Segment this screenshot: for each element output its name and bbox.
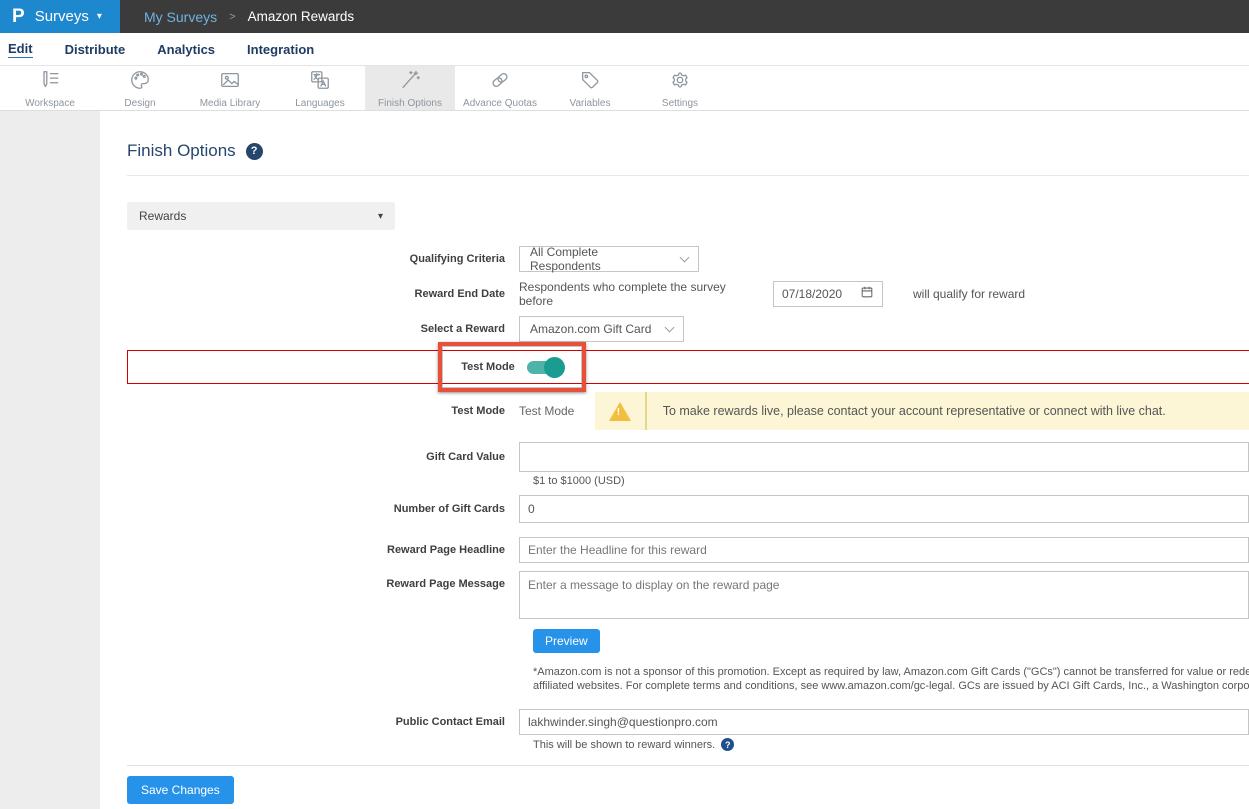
tab-distribute[interactable]: Distribute <box>65 42 126 57</box>
toolbar-item-finish-options[interactable]: Finish Options <box>365 66 455 110</box>
left-rail <box>0 111 100 809</box>
number-of-gift-cards-input[interactable] <box>519 495 1249 523</box>
divider <box>127 765 1249 766</box>
gift-card-value-input[interactable] <box>519 442 1249 472</box>
toolbar-item-workspace[interactable]: Workspace <box>5 66 95 110</box>
test-mode-warning: ! To make rewards live, please contact y… <box>595 392 1249 430</box>
warning-icon-cell: ! <box>595 392 647 430</box>
test-mode-status-value: Test Mode <box>519 404 595 418</box>
tab-edit[interactable]: Edit <box>8 41 33 58</box>
qualifying-criteria-select[interactable]: All Complete Respondents <box>519 246 699 272</box>
test-mode-toggle[interactable] <box>527 361 563 374</box>
number-of-gift-cards-label: Number of Gift Cards <box>127 503 519 515</box>
public-contact-email-input[interactable] <box>519 709 1249 735</box>
toolbar-item-variables[interactable]: Variables <box>545 66 635 110</box>
amazon-disclaimer: *Amazon.com is not a sponsor of this pro… <box>533 665 1249 693</box>
image-icon <box>219 69 241 96</box>
toolbar-item-label: Design <box>124 98 155 109</box>
edit-toolbar: Workspace Design Media Library Languages… <box>0 66 1249 111</box>
chain-links-icon <box>489 69 511 96</box>
toolbar-item-label: Variables <box>570 98 611 109</box>
top-bar: P Surveys ▾ My Surveys > Amazon Rewards <box>0 0 1249 33</box>
gift-card-value-helper: $1 to $1000 (USD) <box>533 475 1249 487</box>
disclaimer-line-1: *Amazon.com is not a sponsor of this pro… <box>533 665 1249 679</box>
palette-icon <box>129 69 151 96</box>
product-name: Surveys <box>35 8 89 25</box>
reward-end-date-label: Reward End Date <box>127 288 519 300</box>
toggle-knob <box>544 357 565 378</box>
toolbar-item-advance-quotas[interactable]: Advance Quotas <box>455 66 545 110</box>
gear-icon <box>669 69 691 96</box>
qualifying-criteria-value: All Complete Respondents <box>530 245 667 273</box>
toolbar-item-label: Finish Options <box>378 98 442 109</box>
chevron-down-icon: ▾ <box>97 11 102 22</box>
toolbar-item-label: Media Library <box>200 98 261 109</box>
reward-end-date-suffix: will qualify for reward <box>913 287 1025 301</box>
toolbar-item-design[interactable]: Design <box>95 66 185 110</box>
test-mode-toggle-label: Test Mode <box>461 361 515 373</box>
breadcrumb-my-surveys[interactable]: My Surveys <box>144 9 217 25</box>
warning-text: To make rewards live, please contact you… <box>647 392 1166 430</box>
toolbar-item-label: Workspace <box>25 98 75 109</box>
translate-icon <box>309 69 331 96</box>
breadcrumb: My Surveys > Amazon Rewards <box>144 0 354 33</box>
breadcrumb-separator-icon: > <box>229 11 235 23</box>
select-reward-value: Amazon.com Gift Card <box>530 322 652 336</box>
public-contact-email-label: Public Contact Email <box>127 716 519 728</box>
select-reward-select[interactable]: Amazon.com Gift Card <box>519 316 684 342</box>
rewards-section-dropdown[interactable]: Rewards ▾ <box>127 202 395 230</box>
preview-button[interactable]: Preview <box>533 629 600 653</box>
reward-page-headline-label: Reward Page Headline <box>127 544 519 556</box>
toolbar-item-settings[interactable]: Settings <box>635 66 725 110</box>
tag-icon <box>579 69 601 96</box>
reward-end-date-prefix: Respondents who complete the survey befo… <box>519 280 761 308</box>
tab-analytics[interactable]: Analytics <box>157 42 215 57</box>
rewards-form: Qualifying Criteria All Complete Respond… <box>127 246 1249 804</box>
magic-wand-icon <box>399 69 421 96</box>
app-root: P Surveys ▾ My Surveys > Amazon Rewards … <box>0 0 1249 809</box>
reward-end-date-input[interactable]: 07/18/2020 <box>773 281 883 307</box>
annotation-red-band: Test Mode <box>127 350 1249 384</box>
select-reward-label: Select a Reward <box>127 323 519 335</box>
help-icon[interactable]: ? <box>246 143 263 160</box>
reward-page-message-label: Reward Page Message <box>127 571 519 590</box>
caret-down-icon: ▾ <box>378 211 383 222</box>
divider <box>127 175 1249 176</box>
finish-options-panel: Finish Options ? Rewards ▾ Qualifying Cr… <box>100 111 1249 809</box>
surveys-menu[interactable]: P Surveys ▾ <box>0 0 120 33</box>
save-changes-button[interactable]: Save Changes <box>127 776 234 804</box>
page-title: Finish Options <box>127 141 236 161</box>
chevron-down-icon <box>665 322 675 332</box>
workspace: Finish Options ? Rewards ▾ Qualifying Cr… <box>0 111 1249 809</box>
workspace-icon <box>39 69 61 96</box>
toolbar-item-languages[interactable]: Languages <box>275 66 365 110</box>
gift-card-value-label: Gift Card Value <box>127 451 519 463</box>
reward-page-headline-input[interactable] <box>519 537 1249 563</box>
breadcrumb-current: Amazon Rewards <box>248 9 355 24</box>
qualifying-criteria-label: Qualifying Criteria <box>127 253 519 265</box>
tab-integration[interactable]: Integration <box>247 42 314 57</box>
toolbar-item-label: Settings <box>662 98 698 109</box>
test-mode-status-label: Test Mode <box>127 405 519 417</box>
annotation-red-box: Test Mode <box>438 342 586 392</box>
help-icon[interactable]: ? <box>721 738 734 751</box>
chevron-down-icon <box>680 252 690 262</box>
rewards-section-value: Rewards <box>139 209 378 223</box>
questionpro-logo: P <box>12 6 25 28</box>
toolbar-item-label: Languages <box>295 98 345 109</box>
toolbar-item-media-library[interactable]: Media Library <box>185 66 275 110</box>
calendar-icon[interactable] <box>860 285 874 304</box>
survey-tab-bar: Edit Distribute Analytics Integration <box>0 33 1249 66</box>
disclaimer-line-2: affiliated websites. For complete terms … <box>533 679 1249 693</box>
public-contact-email-helper: This will be shown to reward winners. ? <box>533 738 1249 751</box>
reward-page-message-input[interactable] <box>519 571 1249 619</box>
reward-end-date-value: 07/18/2020 <box>782 287 860 301</box>
toolbar-item-label: Advance Quotas <box>463 98 537 109</box>
warning-triangle-icon: ! <box>609 402 631 421</box>
